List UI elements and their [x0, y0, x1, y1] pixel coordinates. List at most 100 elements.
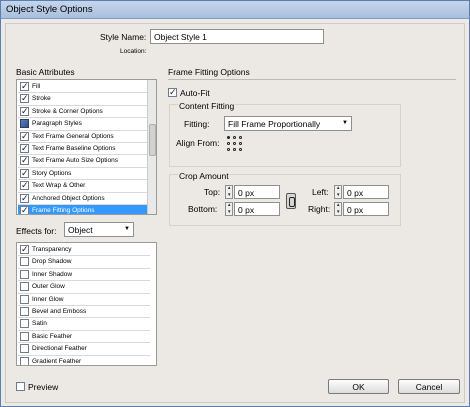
- checkbox[interactable]: [20, 205, 29, 214]
- list-item-label: Stroke: [32, 95, 51, 103]
- top-stepper[interactable]: [225, 185, 233, 199]
- list-item[interactable]: Anchored Object Options: [18, 193, 150, 205]
- content-fitting-heading: Content Fitting: [178, 101, 236, 111]
- effects-for-value: Object: [68, 225, 93, 235]
- list-item-label: Text Frame Baseline Options: [32, 145, 116, 152]
- list-item-label: Directional Feather: [32, 345, 87, 353]
- list-item-label: Outer Glow: [32, 283, 65, 291]
- checkbox[interactable]: [20, 244, 29, 255]
- left-field[interactable]: 0 px: [343, 185, 389, 199]
- list-item[interactable]: Text Frame General Options: [18, 131, 150, 143]
- checkbox[interactable]: [20, 356, 29, 365]
- list-item-label: Drop Shadow: [32, 258, 72, 266]
- left-stepper[interactable]: [334, 185, 342, 199]
- fitting-select[interactable]: Fill Frame Proportionally ▼: [224, 116, 352, 131]
- right-stepper[interactable]: [334, 202, 342, 216]
- effects-for-select[interactable]: Object ▼: [64, 222, 134, 237]
- list-item[interactable]: Story Options: [18, 168, 150, 181]
- style-name-field[interactable]: Object Style 1: [150, 29, 324, 44]
- chevron-down-icon: ▼: [342, 120, 348, 126]
- checkbox[interactable]: [20, 294, 29, 304]
- checkbox[interactable]: [20, 282, 29, 292]
- list-item[interactable]: Outer Glow: [18, 281, 150, 294]
- checkbox[interactable]: [20, 331, 29, 341]
- list-item[interactable]: Gradient Feather: [18, 356, 150, 365]
- list-item-label: Anchored Object Options: [32, 194, 105, 202]
- list-item-label: Text Wrap & Other: [32, 182, 86, 190]
- list-item[interactable]: Drop Shadow: [18, 256, 150, 269]
- paragraph-style-icon[interactable]: [20, 119, 29, 129]
- content-fitting-group: [169, 104, 401, 167]
- checkbox[interactable]: [20, 269, 29, 279]
- scrollbar-thumb[interactable]: [149, 124, 156, 156]
- checkbox[interactable]: [20, 168, 29, 179]
- align-from-label: Align From:: [176, 138, 220, 148]
- preview-label: Preview: [28, 382, 59, 392]
- checkbox[interactable]: [20, 143, 29, 154]
- list-item-label: Basic Feather: [32, 332, 73, 340]
- chain-link-icon[interactable]: [286, 193, 296, 209]
- checkbox[interactable]: [20, 319, 29, 329]
- auto-fit-label: Auto-Fit: [180, 88, 210, 98]
- list-item-label: Inner Glow: [32, 295, 64, 303]
- cancel-button[interactable]: Cancel: [398, 379, 460, 394]
- list-item[interactable]: Satin: [18, 318, 150, 331]
- list-item[interactable]: Inner Glow: [18, 294, 150, 306]
- top-label: Top:: [204, 187, 221, 197]
- list-item[interactable]: Stroke: [18, 93, 150, 106]
- list-item[interactable]: Directional Feather: [18, 343, 150, 356]
- list-item[interactable]: Frame Fitting Options: [18, 205, 150, 214]
- frame-fitting-heading: Frame Fitting Options: [168, 67, 250, 77]
- auto-fit-checkbox[interactable]: [168, 87, 177, 98]
- list-item-label: Inner Shadow: [32, 270, 73, 278]
- checkbox[interactable]: [20, 131, 29, 142]
- checkbox[interactable]: [20, 93, 29, 104]
- list-item[interactable]: Paragraph Styles: [18, 118, 150, 131]
- list-item[interactable]: Bevel and Emboss: [18, 306, 150, 319]
- fitting-value: Fill Frame Proportionally: [228, 119, 321, 129]
- list-item[interactable]: Text Wrap & Other: [18, 180, 150, 193]
- fitting-label: Fitting:: [184, 119, 210, 129]
- list-item[interactable]: Fill: [18, 81, 150, 94]
- checkbox[interactable]: [20, 180, 29, 191]
- bottom-stepper[interactable]: [225, 202, 233, 216]
- list-item[interactable]: Text Frame Auto Size Options: [18, 155, 150, 168]
- checkbox[interactable]: [20, 106, 29, 117]
- list-item-label: Story Options: [32, 169, 72, 177]
- checkbox[interactable]: [20, 193, 29, 204]
- list-item-label: Text Frame General Options: [32, 132, 114, 140]
- style-name-label: Style Name:: [100, 32, 147, 42]
- effects-for-label: Effects for:: [16, 226, 57, 236]
- checkbox[interactable]: [20, 257, 29, 267]
- basic-attributes-scrollbar[interactable]: [147, 80, 156, 214]
- right-label: Right:: [308, 204, 331, 214]
- crop-amount-group: [169, 174, 401, 226]
- location-label: Location:: [120, 48, 147, 55]
- list-item[interactable]: Text Frame Baseline Options: [18, 143, 150, 156]
- checkbox[interactable]: [20, 81, 29, 92]
- list-item[interactable]: Basic Feather: [18, 331, 150, 344]
- top-field[interactable]: 0 px: [234, 185, 280, 199]
- dialog-body: Style Name: Object Style 1 Location: Bas…: [5, 23, 465, 403]
- right-field[interactable]: 0 px: [343, 202, 389, 216]
- effects-list: Transparency Drop Shadow Inner Shadow Outer…: [16, 242, 157, 366]
- list-item-label: Bevel and Emboss: [32, 308, 87, 315]
- reference-point-icon[interactable]: [227, 136, 245, 154]
- title-bar[interactable]: Object Style Options: [1, 1, 469, 19]
- list-item[interactable]: Stroke & Corner Options: [18, 106, 150, 119]
- checkbox[interactable]: [20, 344, 29, 354]
- list-item[interactable]: Transparency: [18, 244, 150, 257]
- bottom-field[interactable]: 0 px: [234, 202, 280, 216]
- ok-button[interactable]: OK: [328, 379, 389, 394]
- list-item[interactable]: Inner Shadow: [18, 269, 150, 282]
- heading-divider: [168, 79, 456, 80]
- preview-checkbox[interactable]: [16, 382, 25, 391]
- list-item-label: Stroke & Corner Options: [32, 107, 103, 115]
- list-item-label: Frame Fitting Options: [32, 207, 95, 214]
- checkbox[interactable]: [20, 307, 29, 316]
- checkbox[interactable]: [20, 155, 29, 166]
- window-title: Object Style Options: [6, 4, 93, 15]
- chevron-down-icon: ▼: [124, 226, 130, 232]
- basic-attributes-heading: Basic Attributes: [16, 67, 75, 77]
- crop-amount-heading: Crop Amount: [178, 171, 230, 181]
